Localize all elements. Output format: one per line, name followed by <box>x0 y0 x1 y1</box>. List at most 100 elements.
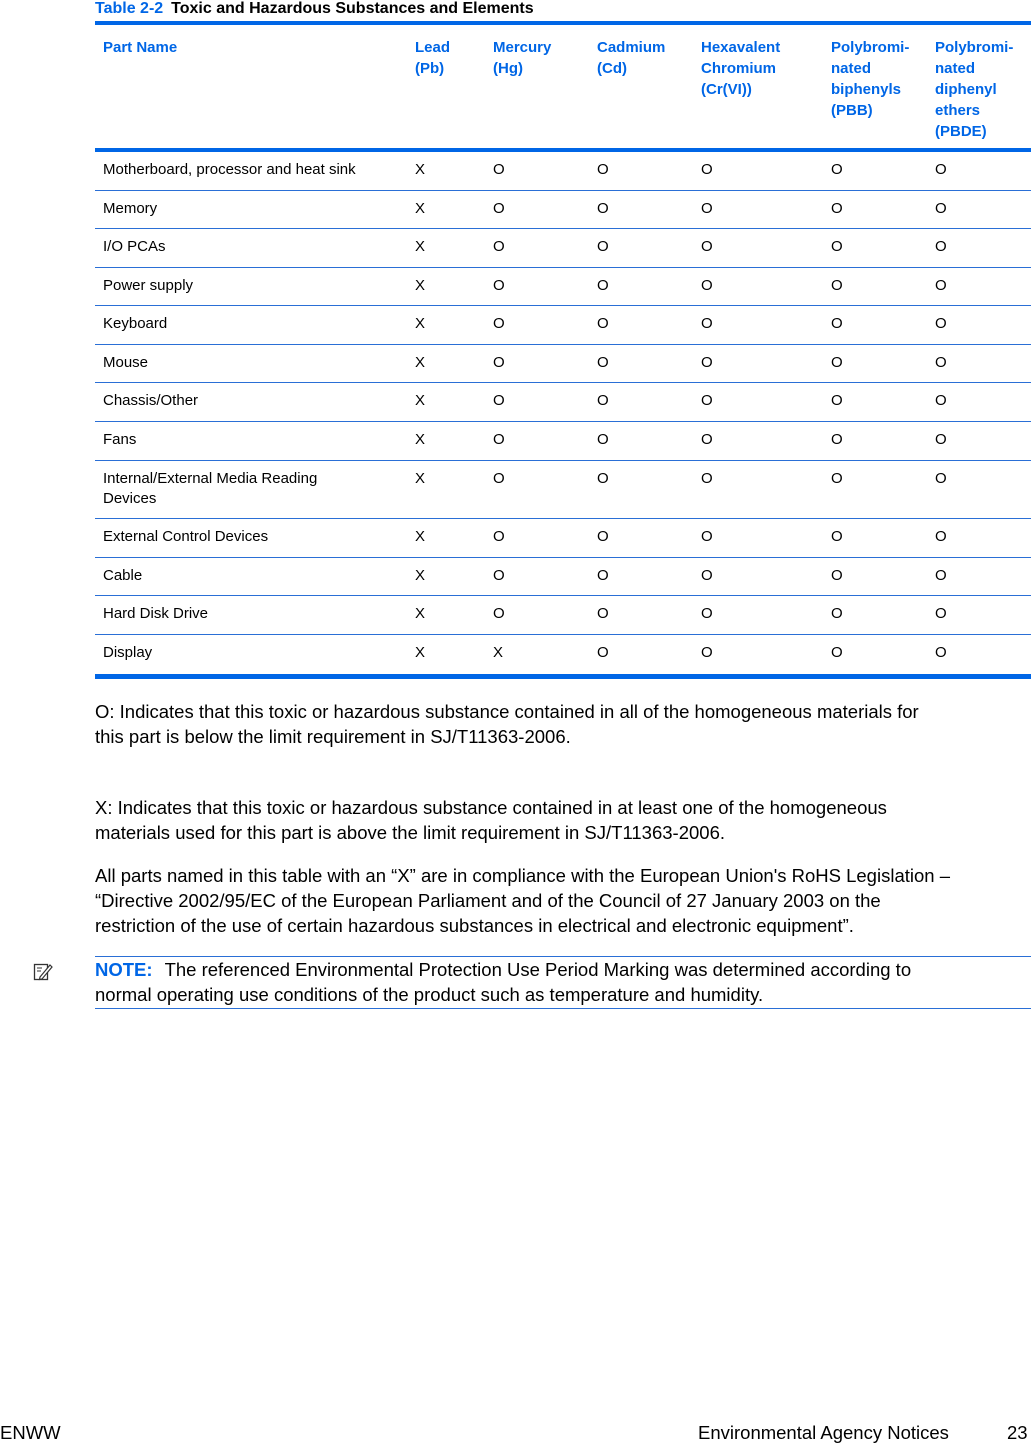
substance-value-cell: O <box>597 354 609 371</box>
row-divider <box>95 421 1031 422</box>
substance-value-cell: O <box>935 470 947 487</box>
substance-value-cell: O <box>831 161 843 178</box>
row-divider <box>95 267 1031 268</box>
substance-value-cell: X <box>415 644 426 661</box>
substance-value-cell: O <box>701 605 713 622</box>
substance-value-cell: X <box>415 200 426 217</box>
substance-value-cell: O <box>597 567 609 584</box>
substance-value-cell: O <box>597 200 609 217</box>
column-header-line: Chromium <box>701 60 776 77</box>
column-header: Part Name <box>103 37 177 58</box>
substance-value-cell: O <box>935 644 947 661</box>
column-header-line: Polybromi- <box>831 39 910 56</box>
legend-paragraph: X: Indicates that this toxic or hazardou… <box>95 795 1030 845</box>
substance-value-cell: O <box>597 605 609 622</box>
row-divider <box>95 228 1031 229</box>
substance-value-cell: X <box>415 161 426 178</box>
column-header-line: (Pb) <box>415 60 445 77</box>
column-header-line: Part Name <box>103 39 178 56</box>
substance-value-cell: O <box>493 470 505 487</box>
column-header-line: (PBB) <box>831 102 873 119</box>
note-label: NOTE: <box>95 959 153 980</box>
substance-value-cell: O <box>935 315 947 332</box>
part-name-cell: I/O PCAs <box>103 238 166 255</box>
substance-value-cell: O <box>831 528 843 545</box>
table-header-rule <box>95 148 1031 152</box>
substance-value-cell: O <box>701 470 713 487</box>
part-name-cell: External Control Devices <box>103 528 269 545</box>
substance-value-cell: O <box>935 161 947 178</box>
substance-value-cell: X <box>415 392 426 409</box>
substance-value-cell: O <box>831 392 843 409</box>
substance-value-cell: O <box>701 567 713 584</box>
row-divider <box>95 634 1031 635</box>
substance-value-cell: X <box>415 528 426 545</box>
substance-value-cell: X <box>415 277 426 294</box>
paragraph-line: this part is below the limit requirement… <box>95 726 571 747</box>
table-caption-number: Table 2-2 <box>95 0 164 17</box>
substance-value-cell: O <box>701 431 713 448</box>
substance-value-cell: O <box>493 315 505 332</box>
substance-value-cell: O <box>831 354 843 371</box>
substance-value-cell: O <box>597 470 609 487</box>
substance-value-cell: O <box>701 200 713 217</box>
substance-value-cell: O <box>493 528 505 545</box>
substance-value-cell: O <box>935 277 947 294</box>
substance-value-cell: O <box>597 161 609 178</box>
column-header: Hexavalent Chromium (Cr(VI)) <box>701 37 780 100</box>
substance-value-cell: O <box>493 161 505 178</box>
substance-value-cell: X <box>415 238 426 255</box>
substance-value-cell: O <box>701 354 713 371</box>
part-name-cell: Display <box>103 644 153 661</box>
note-line: normal operating use conditions of the p… <box>95 984 764 1005</box>
substance-value-cell: O <box>597 528 609 545</box>
part-name-cell: Fans <box>103 431 137 448</box>
paragraph-line: X: Indicates that this toxic or hazardou… <box>95 797 887 818</box>
column-header-line: Lead <box>415 39 451 56</box>
substance-value-cell: O <box>831 238 843 255</box>
note-bottom-rule <box>95 1008 1031 1009</box>
column-header-line: Mercury <box>493 39 552 56</box>
substance-value-cell: O <box>831 431 843 448</box>
row-divider <box>95 595 1031 596</box>
substance-value-cell: O <box>701 277 713 294</box>
substance-value-cell: O <box>935 605 947 622</box>
column-header: Polybromi-nated diphenyl ethers (PBDE) <box>935 37 1013 142</box>
table-caption-title: Toxic and Hazardous Substances and Eleme… <box>171 0 534 17</box>
substance-value-cell: O <box>701 315 713 332</box>
row-divider <box>95 557 1031 558</box>
part-name-cell: Memory <box>103 200 158 217</box>
paragraph-line: All parts named in this table with an “X… <box>95 865 950 886</box>
substance-value-cell: O <box>493 431 505 448</box>
substance-value-cell: O <box>935 431 947 448</box>
substance-value-cell: O <box>493 354 505 371</box>
part-name-line: Devices <box>103 490 157 507</box>
substance-value-cell: X <box>415 470 426 487</box>
column-header-line: Hexavalent <box>701 39 781 56</box>
column-header-line: biphenyls <box>831 81 902 98</box>
substance-value-cell: O <box>701 528 713 545</box>
row-divider <box>95 382 1031 383</box>
part-name-cell: Mouse <box>103 354 149 371</box>
row-divider <box>95 305 1031 306</box>
note-pencil-icon <box>33 963 53 981</box>
table-caption: Table 2-2 Toxic and Hazardous Substances … <box>95 0 534 18</box>
column-header-line: nated <box>935 60 976 77</box>
footer-left: ENWW <box>0 1422 61 1443</box>
table-top-rule <box>95 21 1031 25</box>
substance-value-cell: O <box>831 277 843 294</box>
substance-value-cell: O <box>597 315 609 332</box>
footer-section-title: Environmental Agency Notices <box>698 1422 949 1443</box>
part-name-cell: Internal/External Media Reading Devices <box>103 469 317 509</box>
row-divider <box>95 518 1031 519</box>
part-name-line: Internal/External Media Reading <box>103 470 318 487</box>
substance-value-cell: O <box>935 392 947 409</box>
substance-value-cell: O <box>493 238 505 255</box>
substance-value-cell: O <box>493 567 505 584</box>
substance-value-cell: O <box>831 567 843 584</box>
column-header-line: diphenyl <box>935 81 997 98</box>
substance-value-cell: O <box>935 528 947 545</box>
row-divider <box>95 460 1031 461</box>
column-header-line: Cadmium <box>597 39 666 56</box>
column-header: Polybromi-nated biphenyls (PBB) <box>831 37 909 121</box>
